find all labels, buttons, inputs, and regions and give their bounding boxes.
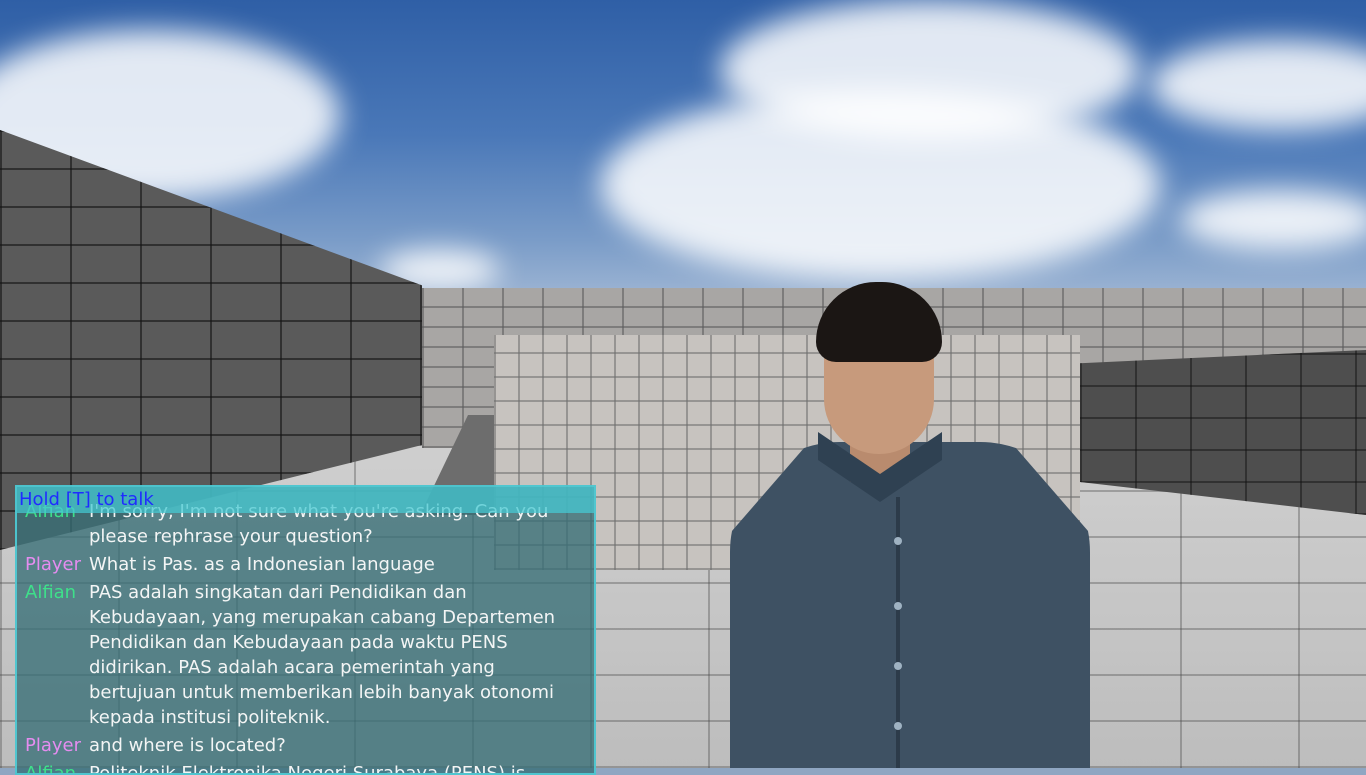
- chat-message: Player What is Pas. as a Indonesian lang…: [17, 552, 594, 577]
- shirt-button: [894, 602, 902, 610]
- shirt-button: [894, 537, 902, 545]
- cloud: [1180, 190, 1366, 250]
- message-text: PAS adalah singkatan dari Pendidikan dan…: [89, 582, 556, 728]
- chat-log-panel: Alfian I'm sorry, I'm not sure what you'…: [15, 485, 596, 775]
- chat-messages: Alfian I'm sorry, I'm not sure what you'…: [17, 499, 594, 775]
- message-text: Politeknik Elektronika Negeri Surabaya (…: [89, 763, 526, 775]
- speaker-name: Player: [25, 554, 82, 575]
- push-to-talk-hint-bar: Hold [T] to talk: [17, 487, 594, 513]
- speaker-name: Alfian: [25, 582, 77, 603]
- npc-character-alfian[interactable]: [700, 282, 1120, 768]
- push-to-talk-hint: Hold [T] to talk: [19, 489, 154, 510]
- chat-message: Alfian PAS adalah singkatan dari Pendidi…: [17, 580, 594, 730]
- message-text: What is Pas. as a Indonesian language: [89, 554, 435, 575]
- shirt-button: [894, 662, 902, 670]
- speaker-name: Alfian: [25, 763, 77, 775]
- speaker-name: Player: [25, 735, 82, 756]
- chat-message: Alfian Politeknik Elektronika Negeri Sur…: [17, 761, 594, 775]
- npc-hair: [816, 282, 942, 362]
- cloud: [720, 0, 1140, 140]
- cloud: [1150, 40, 1366, 130]
- message-text: and where is located?: [89, 735, 286, 756]
- chat-message: Player and where is located?: [17, 733, 594, 758]
- npc-shirt: [730, 442, 1090, 768]
- shirt-button: [894, 722, 902, 730]
